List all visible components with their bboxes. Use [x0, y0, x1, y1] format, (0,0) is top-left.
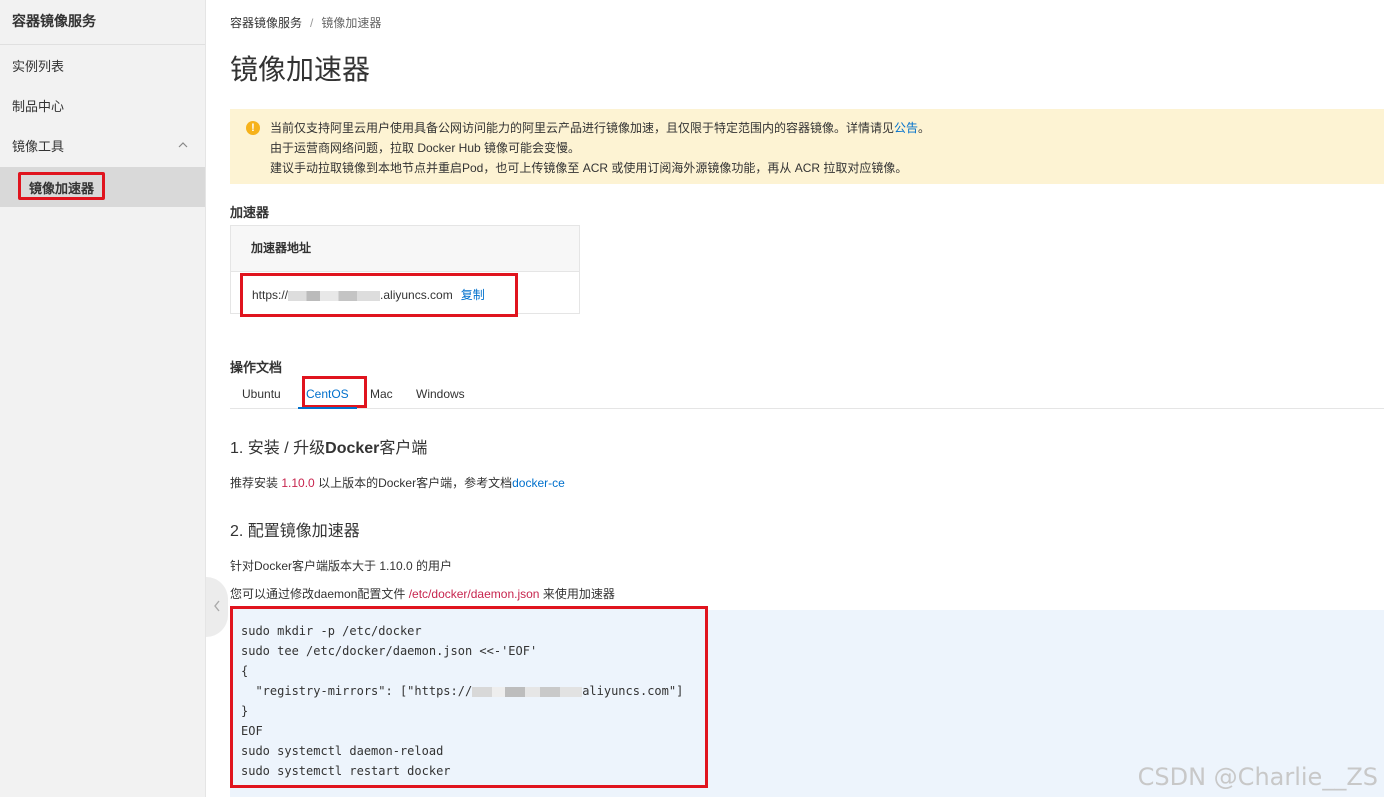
sidebar-item-label: 实例列表: [12, 59, 65, 74]
notice-line-1: 当前仅支持阿里云用户使用具备公网访问能力的阿里云产品进行镜像加速，且仅限于特定范…: [270, 121, 931, 135]
breadcrumb-separator: /: [310, 16, 314, 30]
step1-text: 推荐安装 1.10.0 以上版本的Docker客户端，参考文档docker-ce: [230, 476, 565, 490]
accelerator-url-suffix: .aliyuncs.com: [380, 288, 453, 302]
redacted-url-segment: [472, 686, 583, 697]
notice-line-2: 由于运营商网络问题，拉取 Docker Hub 镜像可能会变慢。: [270, 141, 581, 155]
watermark: CSDN @Charlie__ZS: [1137, 763, 1378, 791]
code-line: sudo mkdir -p /etc/docker: [241, 624, 422, 638]
code-line: "registry-mirrors": ["https://aliyuncs.c…: [241, 684, 684, 698]
code-line: sudo tee /etc/docker/daemon.json <<-'EOF…: [241, 644, 538, 658]
table-row: https:// .aliyuncs.com 复制: [231, 272, 579, 317]
sidebar-item-mirror-accelerator[interactable]: 镜像加速器: [0, 167, 205, 207]
sidebar-title: 容器镜像服务: [0, 0, 205, 45]
accelerator-url-prefix: https://: [252, 288, 289, 302]
accelerator-column-header: 加速器地址: [231, 226, 579, 272]
step2-title: 2. 配置镜像加速器: [230, 523, 360, 540]
docker-ce-link[interactable]: docker-ce: [512, 476, 565, 490]
breadcrumb-root[interactable]: 容器镜像服务: [230, 16, 302, 30]
sidebar-group-image-tools[interactable]: 镜像工具: [0, 127, 205, 167]
tab-ubuntu[interactable]: Ubuntu: [242, 380, 281, 408]
sidebar-item-label: 镜像加速器: [18, 172, 106, 200]
sidebar-item-label: 镜像工具: [12, 139, 65, 154]
active-tab-indicator: [298, 407, 357, 409]
sidebar: 容器镜像服务 实例列表 制品中心 镜像工具 镜像加速器: [0, 0, 206, 797]
breadcrumb-current: 镜像加速器: [321, 16, 382, 30]
notice-banner: ! 当前仅支持阿里云用户使用具备公网访问能力的阿里云产品进行镜像加速，且仅限于特…: [230, 109, 1384, 184]
accelerator-table: 加速器地址 https:// .aliyuncs.com 复制: [230, 225, 580, 317]
step1-title: 1. 安装 / 升级Docker客户端: [230, 440, 428, 457]
docs-tabs: Ubuntu CentOS Mac Windows: [230, 376, 1384, 409]
accelerator-url-cell: https:// .aliyuncs.com 复制: [240, 273, 518, 317]
code-line: }: [241, 704, 249, 718]
step2-text-1: 针对Docker客户端版本大于 1.10.0 的用户: [230, 559, 453, 573]
chevron-left-icon: [212, 599, 222, 616]
sidebar-item-instances[interactable]: 实例列表: [0, 47, 205, 87]
docs-section-title: 操作文档: [230, 360, 283, 375]
announcement-link[interactable]: 公告: [894, 121, 918, 135]
code-line: sudo systemctl restart docker: [241, 764, 451, 778]
code-line: {: [241, 664, 249, 678]
step2-text-2: 您可以通过修改daemon配置文件 /etc/docker/daemon.jso…: [230, 587, 615, 601]
highlight-box: [302, 376, 367, 408]
tab-windows[interactable]: Windows: [416, 380, 465, 408]
sidebar-item-artifacts[interactable]: 制品中心: [0, 87, 205, 127]
page-title: 镜像加速器: [230, 54, 371, 85]
notice-line-3: 建议手动拉取镜像到本地节点并重启Pod，也可上传镜像至 ACR 或使用订阅海外源…: [270, 161, 908, 175]
breadcrumb: 容器镜像服务 / 镜像加速器: [230, 14, 381, 31]
tab-mac[interactable]: Mac: [370, 380, 393, 408]
chevron-up-icon[interactable]: [177, 127, 189, 167]
copy-button[interactable]: 复制: [461, 288, 485, 302]
redacted-url-segment: [288, 290, 381, 301]
warning-icon: !: [246, 121, 260, 135]
code-line: EOF: [241, 724, 263, 738]
accelerator-section-title: 加速器: [230, 205, 270, 220]
sidebar-item-label: 制品中心: [12, 99, 65, 114]
sidebar-collapse-handle[interactable]: [206, 577, 228, 637]
tab-centos[interactable]: CentOS: [298, 376, 367, 409]
code-line: sudo systemctl daemon-reload: [241, 744, 444, 758]
code-block[interactable]: sudo mkdir -p /etc/docker sudo tee /etc/…: [230, 606, 708, 788]
